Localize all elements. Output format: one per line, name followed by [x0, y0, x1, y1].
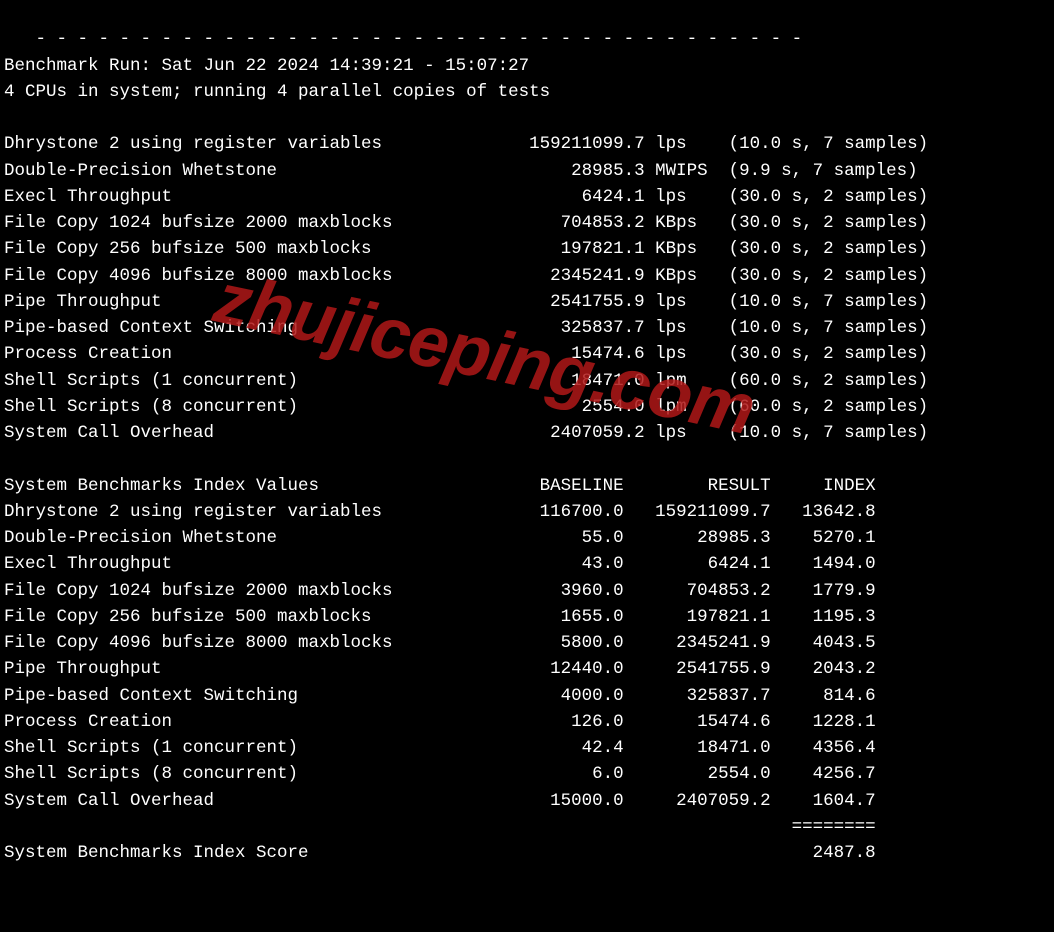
- index-block: Dhrystone 2 using register variables 116…: [4, 502, 876, 811]
- tests-block: Dhrystone 2 using register variables 159…: [4, 134, 928, 443]
- separator-line: - - - - - - - - - - - - - - - - - - - - …: [4, 29, 802, 49]
- benchmark-run-line: Benchmark Run: Sat Jun 22 2024 14:39:21 …: [4, 56, 529, 76]
- cpu-line: 4 CPUs in system; running 4 parallel cop…: [4, 82, 550, 102]
- score-underline: ========: [4, 817, 876, 837]
- index-header: System Benchmarks Index Values BASELINE …: [4, 476, 876, 496]
- score-line: System Benchmarks Index Score 2487.8: [4, 843, 876, 863]
- terminal-output: - - - - - - - - - - - - - - - - - - - - …: [0, 0, 1054, 913]
